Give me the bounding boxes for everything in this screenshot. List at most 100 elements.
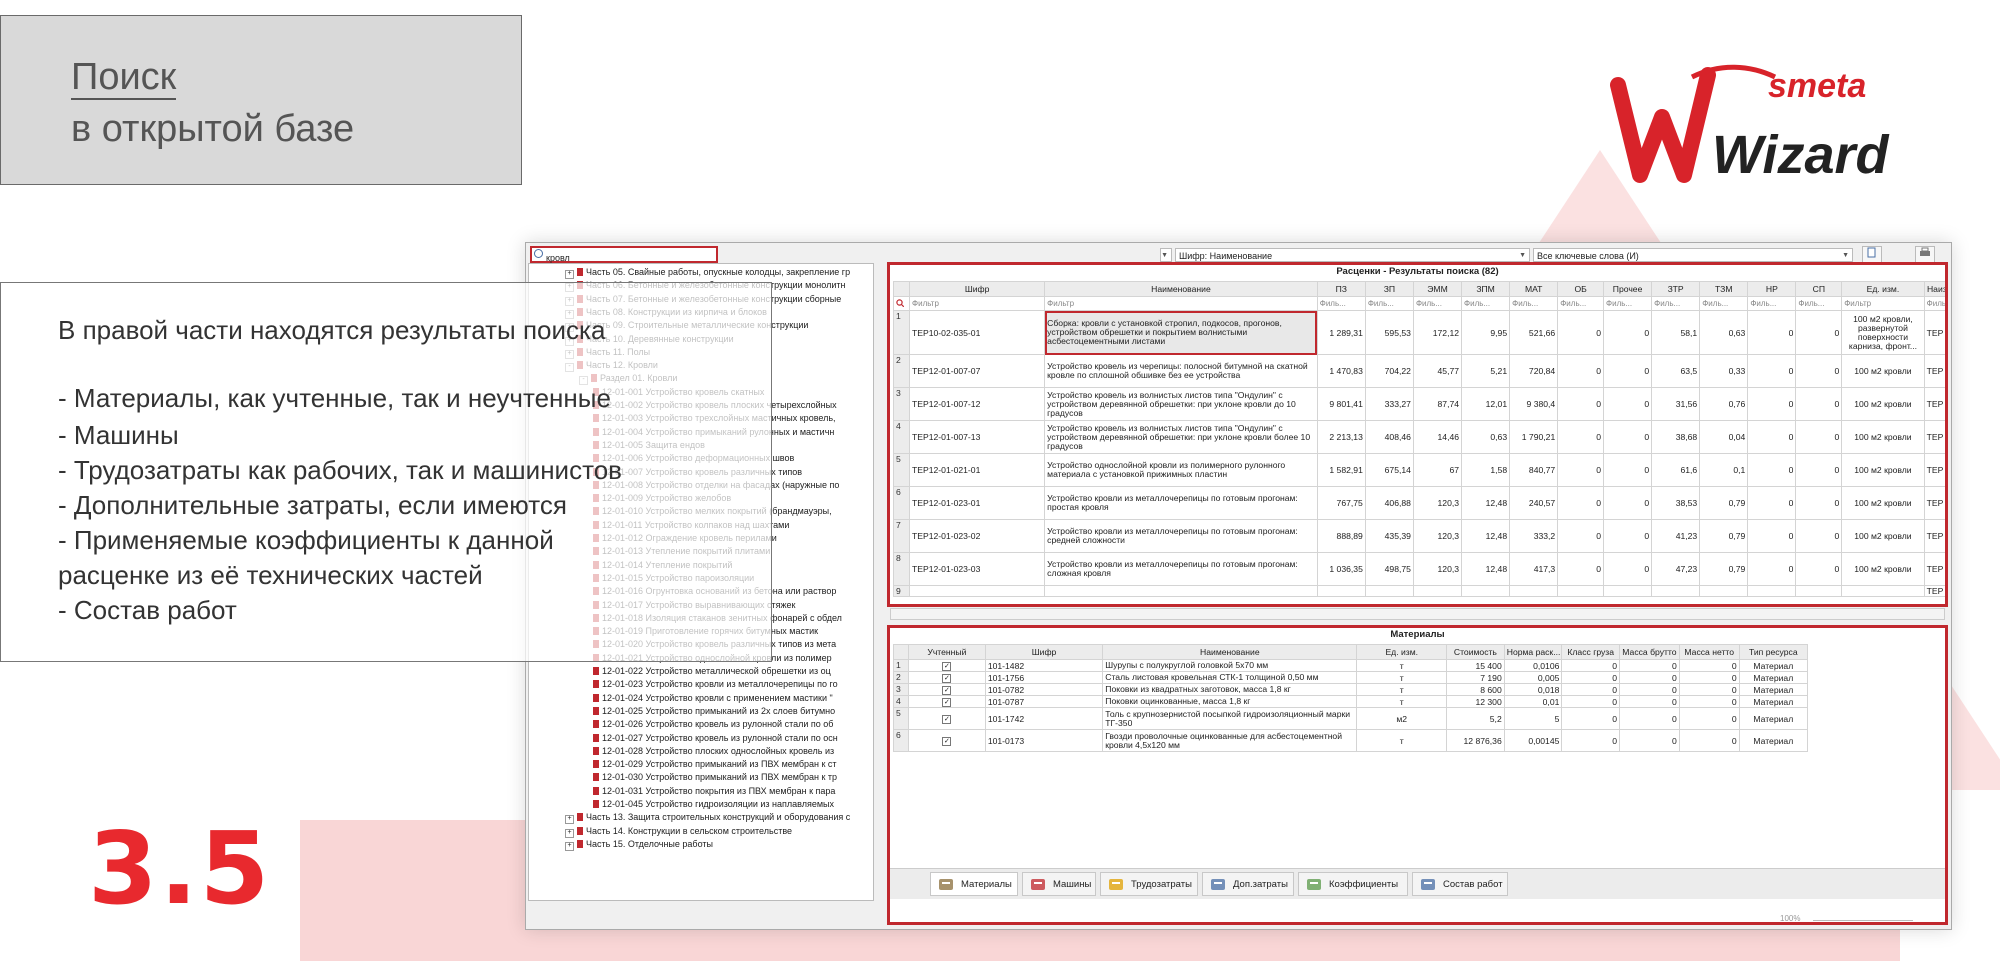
table-row[interactable]: 5 ТЕР12-01-021-01 Устройство однослойной к… bbox=[892, 453, 1945, 487]
expand-icon[interactable]: + bbox=[565, 841, 574, 851]
table-row[interactable]: 1 ✓ 101-1482 Шурупы с полукруглой головкой … bbox=[893, 659, 1809, 672]
search-input[interactable]: кровл bbox=[530, 246, 718, 263]
tree-item[interactable]: + Часть 15. Отделочные работы bbox=[565, 839, 713, 851]
column-header[interactable]: ЭММ bbox=[1412, 281, 1463, 297]
accounted-checkbox-cell[interactable]: ✓ bbox=[907, 707, 986, 730]
filter-cell[interactable]: Филь... bbox=[1699, 296, 1749, 311]
tree-item[interactable]: 12-01-026 Устройство кровель из рулонной… bbox=[593, 719, 833, 730]
check-icon[interactable]: ✓ bbox=[942, 737, 952, 746]
filter-cell[interactable]: Филь... bbox=[1747, 296, 1797, 311]
check-icon[interactable]: ✓ bbox=[942, 686, 952, 695]
accounted-checkbox-cell[interactable]: ✓ bbox=[907, 683, 986, 696]
table-row[interactable]: 6 ТЕР12-01-023-01 Устройство кровли из мет… bbox=[892, 486, 1945, 520]
accounted-checkbox-cell[interactable]: ✓ bbox=[907, 671, 986, 684]
filter-cell[interactable]: Фильтр bbox=[1841, 296, 1925, 311]
table-row[interactable]: 4 ТЕР12-01-007-13 Устройство кровель из во… bbox=[892, 420, 1945, 454]
filter-cell[interactable]: Фильтр bbox=[909, 296, 1046, 311]
filter-cell[interactable]: Филь... bbox=[1557, 296, 1605, 311]
tree-item[interactable]: 12-01-022 Устройство металлической обреш… bbox=[593, 666, 831, 677]
print-button[interactable] bbox=[1915, 246, 1935, 263]
keywords-combo[interactable]: Все ключевые слова (И) ▼ bbox=[1533, 248, 1853, 262]
column-header[interactable]: Стоимость bbox=[1446, 644, 1505, 660]
tab-labor[interactable]: Трудозатраты bbox=[1100, 872, 1198, 896]
column-header[interactable]: Норма раск... bbox=[1503, 644, 1563, 660]
results-grid[interactable]: Шифр Наименование ПЗ ЗП ЭММ ЗПМ МАТ ОБ Прочее ЗТР… bbox=[892, 281, 1945, 597]
tree-item[interactable]: 12-01-028 Устройство плоских однослойных… bbox=[593, 746, 834, 757]
table-row[interactable]: 2 ТЕР12-01-007-07 Устройство кровель из че… bbox=[892, 354, 1945, 388]
copy-button[interactable] bbox=[1862, 246, 1882, 263]
accounted-checkbox-cell[interactable]: ✓ bbox=[907, 729, 986, 752]
tree-item[interactable]: 12-01-023 Устройство кровли из металлоче… bbox=[593, 679, 838, 690]
check-icon[interactable]: ✓ bbox=[942, 662, 952, 671]
column-header[interactable]: ЗП bbox=[1364, 281, 1414, 297]
filter-cell[interactable]: Филь... bbox=[1795, 296, 1843, 311]
filter-cell[interactable]: Фильтр bbox=[1044, 296, 1318, 311]
column-header[interactable]: Шифр bbox=[984, 644, 1104, 660]
column-header[interactable]: МАТ bbox=[1509, 281, 1559, 297]
tree-item[interactable]: 12-01-025 Устройство примыканий из 2х сл… bbox=[593, 706, 835, 717]
tab-coefficients[interactable]: Коэффициенты bbox=[1298, 872, 1408, 896]
column-header[interactable]: Прочее bbox=[1603, 281, 1653, 297]
filter-cell[interactable]: Филь... bbox=[1316, 296, 1366, 311]
tree-item[interactable]: 12-01-024 Устройство кровли с применение… bbox=[593, 693, 833, 704]
table-row[interactable]: 7 ТЕР12-01-023-02 Устройство кровли из мет… bbox=[892, 519, 1945, 553]
column-header[interactable]: Наименование bbox=[1044, 281, 1318, 297]
combo-arrow-button[interactable]: ▼ bbox=[1160, 248, 1172, 262]
table-row[interactable]: 5 ✓ 101-1742 Толь с крупнозернистой посыпко… bbox=[893, 707, 1809, 730]
table-row[interactable]: 4 ✓ 101-0787 Поковки оцинкованные, масса 1,… bbox=[893, 695, 1809, 708]
tree-item[interactable]: 12-01-030 Устройство примыканий из ПВХ м… bbox=[593, 772, 837, 783]
tree-item[interactable]: 12-01-029 Устройство примыканий из ПВХ м… bbox=[593, 759, 837, 770]
table-row[interactable]: 1 ТЕР10-02-035-01 Сборка: кровли с установ… bbox=[892, 310, 1945, 355]
tree-item[interactable]: 12-01-027 Устройство кровель из рулонной… bbox=[593, 733, 838, 744]
column-header[interactable]: Ед. изм. bbox=[1841, 281, 1925, 297]
column-header[interactable]: Ед. изм. bbox=[1356, 644, 1448, 660]
materials-grid[interactable]: Учтенный Шифр Наименование Ед. изм. Стоимост… bbox=[893, 644, 1809, 752]
column-header[interactable]: ОБ bbox=[1557, 281, 1605, 297]
tab-work-composition[interactable]: Состав работ bbox=[1412, 872, 1508, 896]
column-header[interactable]: ЗПМ bbox=[1461, 281, 1511, 297]
expand-icon[interactable]: + bbox=[565, 815, 574, 825]
tree-item[interactable]: + Часть 13. Защита строительных конструкц… bbox=[565, 812, 850, 825]
column-header[interactable]: Наименование bbox=[1102, 644, 1358, 660]
check-icon[interactable]: ✓ bbox=[942, 674, 952, 683]
column-header[interactable]: Класс груза bbox=[1561, 644, 1621, 660]
check-icon[interactable]: ✓ bbox=[942, 715, 952, 724]
zoom-slider[interactable] bbox=[1813, 920, 1913, 921]
tree-item[interactable]: + Часть 14. Конструкции в сельском строит… bbox=[565, 826, 792, 838]
column-header[interactable]: НР bbox=[1747, 281, 1797, 297]
accounted-checkbox-cell[interactable]: ✓ bbox=[907, 695, 986, 708]
table-row[interactable]: 8 ТЕР12-01-023-03 Устройство кровли из мет… bbox=[892, 552, 1945, 586]
column-header[interactable]: Учтенный bbox=[907, 644, 986, 660]
tree-item[interactable]: 12-01-045 Устройство гидроизоляции из на… bbox=[593, 799, 834, 810]
expand-icon[interactable]: + bbox=[565, 270, 574, 279]
expand-icon[interactable]: + bbox=[565, 828, 574, 838]
tab-extra-costs[interactable]: Доп.затраты bbox=[1202, 872, 1294, 896]
table-row[interactable]: 6 ✓ 101-0173 Гвозди проволочные оцинкованны… bbox=[893, 729, 1809, 752]
check-icon[interactable]: ✓ bbox=[942, 698, 952, 707]
column-header[interactable]: Шифр bbox=[909, 281, 1046, 297]
column-header[interactable]: ТЗМ bbox=[1699, 281, 1749, 297]
column-header[interactable]: ЗТР bbox=[1651, 281, 1701, 297]
filter-cell[interactable]: Филь... bbox=[1364, 296, 1414, 311]
filter-cell[interactable]: Филь... bbox=[1923, 296, 1945, 311]
column-header[interactable]: Тип ресурса bbox=[1738, 644, 1809, 660]
tree-item[interactable]: + Часть 05. Свайные работы, опускные коло… bbox=[565, 267, 850, 279]
column-header[interactable]: Масса брутто bbox=[1619, 644, 1680, 660]
table-row[interactable]: 9 ТЕР bbox=[892, 585, 1945, 597]
accounted-checkbox-cell[interactable]: ✓ bbox=[907, 659, 986, 672]
tree-item[interactable]: 12-01-031 Устройство покрытия из ПВХ мем… bbox=[593, 786, 835, 797]
column-header[interactable]: Масса нетто bbox=[1678, 644, 1740, 660]
table-row[interactable]: 3 ✓ 101-0782 Поковки из квадратных заготово… bbox=[893, 683, 1809, 696]
filter-cell[interactable]: Филь... bbox=[1509, 296, 1559, 311]
table-row[interactable]: 2 ✓ 101-1756 Сталь листовая кровельная СТК-… bbox=[893, 671, 1809, 684]
column-header[interactable]: ПЗ bbox=[1316, 281, 1366, 297]
tab-machines[interactable]: Машины bbox=[1022, 872, 1096, 896]
column-header[interactable]: Наиз bbox=[1923, 281, 1945, 297]
column-header[interactable]: СП bbox=[1795, 281, 1843, 297]
filter-cell[interactable]: Филь... bbox=[1412, 296, 1463, 311]
tab-materials[interactable]: Материалы bbox=[930, 872, 1018, 896]
filter-cell[interactable]: Филь... bbox=[1603, 296, 1653, 311]
results-horizontal-scrollbar[interactable] bbox=[890, 608, 1945, 620]
filter-cell[interactable]: Филь... bbox=[1651, 296, 1701, 311]
table-row[interactable]: 3 ТЕР12-01-007-12 Устройство кровель из во… bbox=[892, 387, 1945, 421]
